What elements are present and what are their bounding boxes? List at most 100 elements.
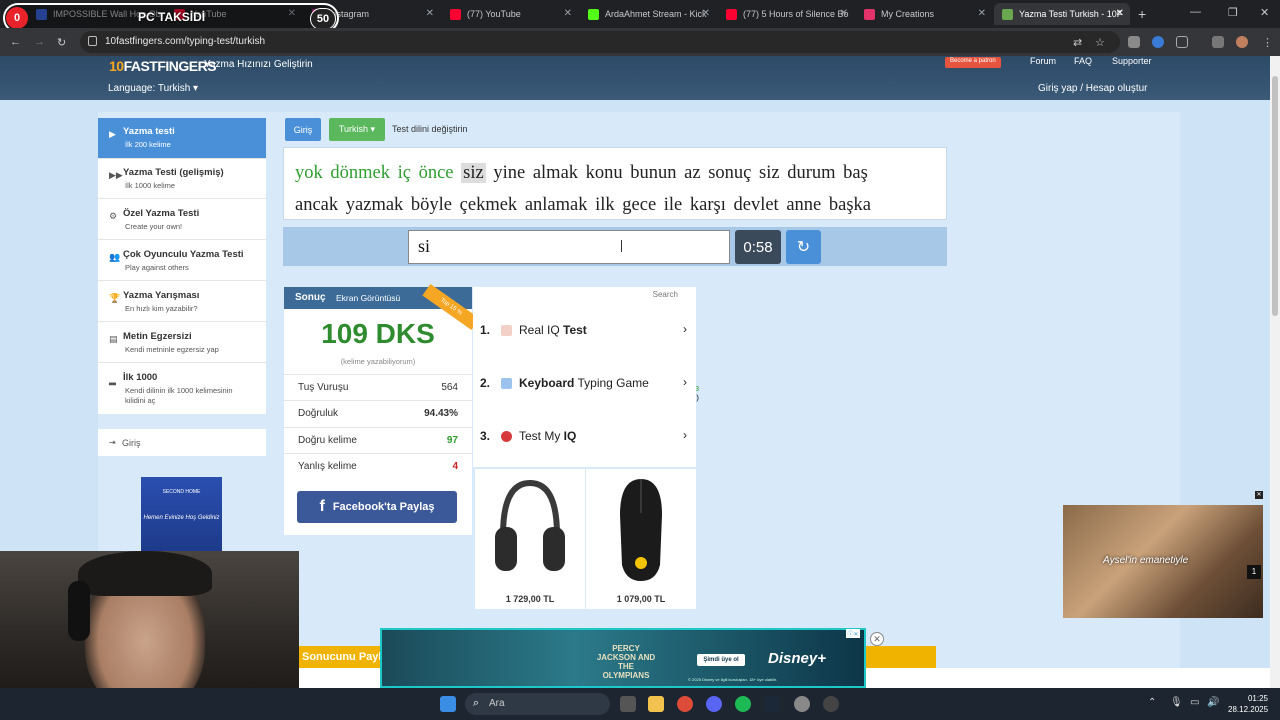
tab-youtube-77[interactable]: (77) YouTube ✕ (442, 3, 578, 25)
profile-avatar-icon[interactable] (1236, 36, 1248, 48)
video-ad-popup[interactable]: Aysel'in emanetiyle 1 (1063, 505, 1263, 618)
tab-typing-test[interactable]: Yazma Testi Turkish - 10F ✕ (994, 3, 1130, 25)
bookmark-star-icon[interactable]: ☆ (1095, 36, 1105, 49)
close-tab-icon[interactable]: ✕ (426, 8, 434, 19)
pencil-icon (501, 325, 512, 336)
language-button[interactable]: Turkish ▾ (329, 118, 385, 141)
close-window-icon[interactable]: ✕ (1260, 6, 1269, 19)
disney-plus-ad[interactable]: PERCY JACKSON AND THE OLYMPIANS Şimdi üy… (380, 628, 866, 688)
sidebar-item-title: Yazma testi (123, 126, 175, 137)
tab-title: Yazma Testi Turkish - 10F (1019, 9, 1123, 19)
video-counter: 1 (1247, 565, 1261, 579)
close-tab-icon[interactable]: ✕ (1116, 8, 1124, 19)
tab-my-creations[interactable]: My Creations ✕ (856, 3, 992, 25)
taskbar-search-label: Ara (489, 698, 505, 709)
product-headphones[interactable]: 1 729,00 TL (475, 469, 585, 609)
screenshot-link[interactable]: Ekran Görüntüsü (336, 293, 400, 303)
site-slogan: Yazma Hızınızı Geliştirin (204, 59, 313, 70)
product-mouse[interactable]: 1 079,00 TL (586, 469, 696, 609)
app-icon[interactable] (823, 696, 839, 712)
sidebar-login-label: Giriş (122, 438, 141, 448)
sidebar-item-typing-test[interactable]: ▶ Yazma testi İlk 200 kelime (98, 118, 266, 159)
chrome-icon[interactable] (677, 696, 693, 712)
nav-faq[interactable]: FAQ (1074, 56, 1092, 66)
sidebar-item-text-practice[interactable]: ▤ Metin Egzersizi Kendi metninle egzersi… (98, 323, 266, 363)
ad-result-keyboard-typing[interactable]: 2. Keyboard Typing Game › (473, 374, 696, 394)
word: çekmek (459, 195, 518, 215)
microphone-icon[interactable]: 🎙 (1170, 697, 1183, 708)
ad-brand: SECOND HOME (162, 489, 201, 495)
page-scrollbar[interactable] (1270, 56, 1280, 688)
login-signup-link[interactable]: Giriş yap / Hesap oluştur (1038, 83, 1148, 94)
facebook-share-button[interactable]: f Facebook'ta Paylaş (297, 491, 457, 523)
spotify-icon[interactable] (735, 696, 751, 712)
reload-page-icon[interactable]: ↻ (57, 36, 66, 49)
restart-test-button[interactable]: ↻ (786, 230, 821, 264)
sidebar-item-multiplayer[interactable]: 👥 Çok Oyunculu Yazma Testi Play against … (98, 241, 266, 281)
network-icon[interactable]: ▭ (1190, 697, 1199, 708)
forward-icon[interactable]: → (34, 36, 45, 48)
url-field[interactable]: 10fastfingers.com/typing-test/turkish (80, 31, 1120, 53)
windows-start-icon[interactable] (440, 696, 456, 712)
obs-icon[interactable] (794, 696, 810, 712)
steam-icon[interactable] (764, 696, 780, 712)
ad-subscribe-button[interactable]: Şimdi üye ol (697, 654, 745, 666)
close-tab-icon[interactable]: ✕ (564, 8, 572, 19)
maximize-icon[interactable]: ❐ (1228, 6, 1238, 19)
tab-kick[interactable]: ArdaAhmet Stream - Kick ✕ (580, 3, 716, 25)
volume-icon[interactable]: 🔊 (1207, 697, 1219, 708)
extension-icon[interactable] (1152, 36, 1164, 48)
tab-title: ArdaAhmet Stream - Kick (605, 9, 707, 19)
extension-icon[interactable] (1128, 36, 1140, 48)
scrollbar-thumb[interactable] (1272, 76, 1278, 316)
sidebar-login[interactable]: ⇥ Giriş (98, 429, 266, 456)
taskbar-search[interactable]: ⌕ Ara (465, 693, 610, 715)
sidebar-item-advanced-test[interactable]: ▶▶ Yazma Testi (gelişmiş) İlk 1000 kelim… (98, 159, 266, 199)
patreon-button[interactable]: Become a patron (945, 57, 1001, 68)
sidebar-item-custom-test[interactable]: ⚙ Özel Yazma Testi Create your own! (98, 200, 266, 240)
site-info-icon[interactable] (88, 36, 97, 46)
language-selector[interactable]: Language: Turkish ▾ (108, 83, 198, 94)
users-icon: 👥 (109, 252, 121, 262)
sidebar-item-title: Özel Yazma Testi (123, 208, 200, 219)
sidebar-item-top-1000[interactable]: ▂ İlk 1000 Kendi dilinin ilk 1000 kelime… (98, 364, 266, 414)
sidebar-ad-banner[interactable]: SECOND HOME Hemen Evinize Hoş Geldiniz (141, 477, 222, 551)
login-button[interactable]: Giriş (285, 118, 321, 141)
typing-input[interactable]: si (408, 230, 730, 264)
tab-silence[interactable]: (77) 5 Hours of Silence Bo ✕ (718, 3, 854, 25)
sidebar-item-subtitle: İlk 200 kelime (125, 140, 171, 149)
ad-close-icon[interactable]: ✕ (870, 632, 884, 646)
translate-icon[interactable]: ⇄ (1073, 36, 1082, 49)
ad-result-real-iq-test[interactable]: 1. Real IQ Test › (473, 321, 696, 341)
close-tab-icon[interactable]: ✕ (702, 8, 710, 19)
fast-forward-icon: ▶▶ (109, 170, 123, 180)
sidebar-item-subtitle: İlk 1000 kelime (125, 181, 176, 190)
back-icon[interactable]: ← (10, 36, 21, 48)
nav-supporter[interactable]: Supporter (1112, 56, 1152, 66)
video-close-icon[interactable]: ✕ (1255, 491, 1263, 499)
word-current: siz (461, 163, 486, 183)
menu-kebab-icon[interactable]: ⋮ (1262, 36, 1273, 49)
site-logo[interactable]: 10FASTFINGERS (109, 58, 217, 74)
close-tab-icon[interactable]: ✕ (840, 8, 848, 19)
nav-forum[interactable]: Forum (1030, 56, 1056, 66)
result-row-accuracy: Doğruluk 94.43% (284, 400, 472, 426)
sidebar-item-competition[interactable]: 🏆 Yazma Yarışması En hızlı kim yazabilir… (98, 282, 266, 322)
mouse-image (620, 479, 662, 581)
extensions-puzzle-icon[interactable] (1176, 36, 1188, 48)
tray-chevron-icon[interactable]: ⌃ (1148, 697, 1156, 708)
reading-list-icon[interactable] (1212, 36, 1224, 48)
wpm-caption: (kelime yazabiliyorum) (340, 357, 416, 366)
file-explorer-icon[interactable] (648, 696, 664, 712)
taskbar-clock[interactable]: 01:25 28.12.2025 (1228, 693, 1268, 715)
word-correct: yok (295, 163, 323, 183)
task-view-icon[interactable] (620, 696, 636, 712)
new-tab-button[interactable]: + (1138, 6, 1146, 22)
play-icon: ▶ (109, 129, 116, 139)
close-tab-icon[interactable]: ✕ (978, 8, 986, 19)
word: karşı (689, 195, 726, 215)
discord-icon[interactable] (706, 696, 722, 712)
ad-result-test-my-iq[interactable]: 3. Test My IQ › (473, 427, 696, 447)
ad-info-icon[interactable]: ⓘ✕ (846, 629, 860, 638)
minimize-icon[interactable]: — (1190, 6, 1201, 18)
